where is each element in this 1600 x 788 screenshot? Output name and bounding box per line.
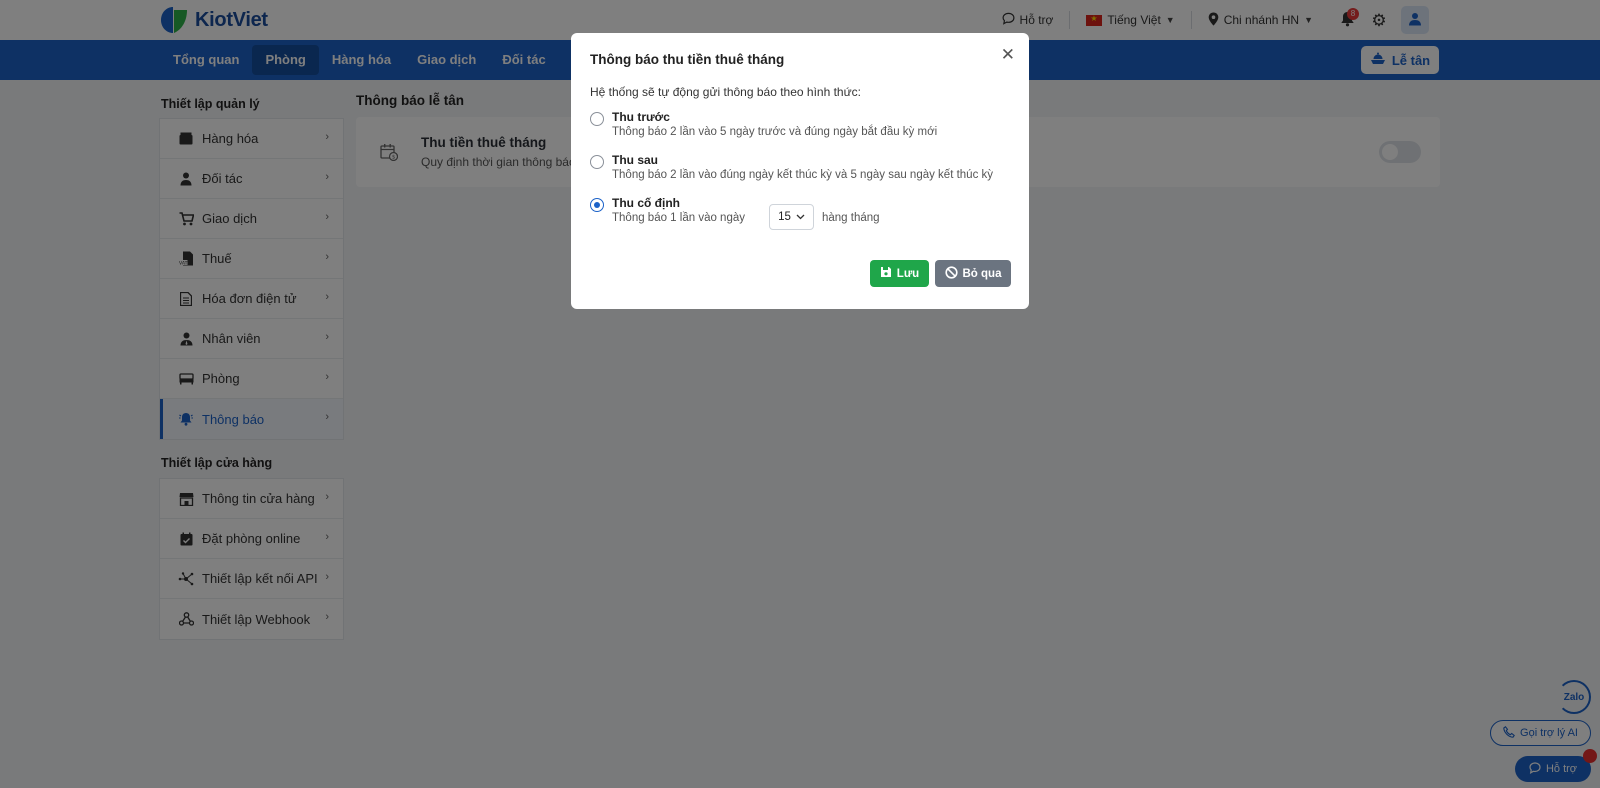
save-label: Lưu (896, 267, 920, 280)
option-label: Thu trước (612, 110, 670, 124)
day-of-month-select[interactable]: 15 (769, 204, 814, 230)
option-description: Thông báo 2 lần vào 5 ngày trước và đúng… (612, 126, 938, 138)
option-collect-fixed[interactable]: Thu cố định Thông báo 1 lần vào ngày 15 … (590, 196, 1010, 236)
day-value: 15 (778, 211, 791, 223)
option-label: Thu sau (612, 153, 659, 167)
radio-collect-after[interactable] (590, 155, 604, 169)
skip-label: Bỏ qua (962, 267, 1002, 280)
modal-intro-text: Hệ thống sẽ tự động gửi thông báo theo h… (590, 85, 861, 99)
floppy-disk-icon (880, 266, 892, 281)
monthly-rent-notification-modal: Thông báo thu tiền thuê tháng ✕ Hệ thống… (571, 33, 1029, 309)
chevron-down-icon (796, 211, 805, 223)
close-icon[interactable]: ✕ (1001, 45, 1015, 65)
ban-icon (944, 265, 958, 282)
radio-collect-fixed[interactable] (590, 198, 604, 212)
modal-title: Thông báo thu tiền thuê tháng (590, 52, 785, 67)
skip-button[interactable]: Bỏ qua (935, 260, 1011, 287)
radio-collect-before[interactable] (590, 112, 604, 126)
monthly-label: hàng tháng (822, 212, 880, 224)
option-label: Thu cố định (612, 196, 680, 210)
save-button[interactable]: Lưu (870, 260, 929, 287)
option-description: Thông báo 2 lần vào đúng ngày kết thúc k… (612, 169, 994, 181)
option-description: Thông báo 1 lần vào ngày (612, 212, 745, 224)
